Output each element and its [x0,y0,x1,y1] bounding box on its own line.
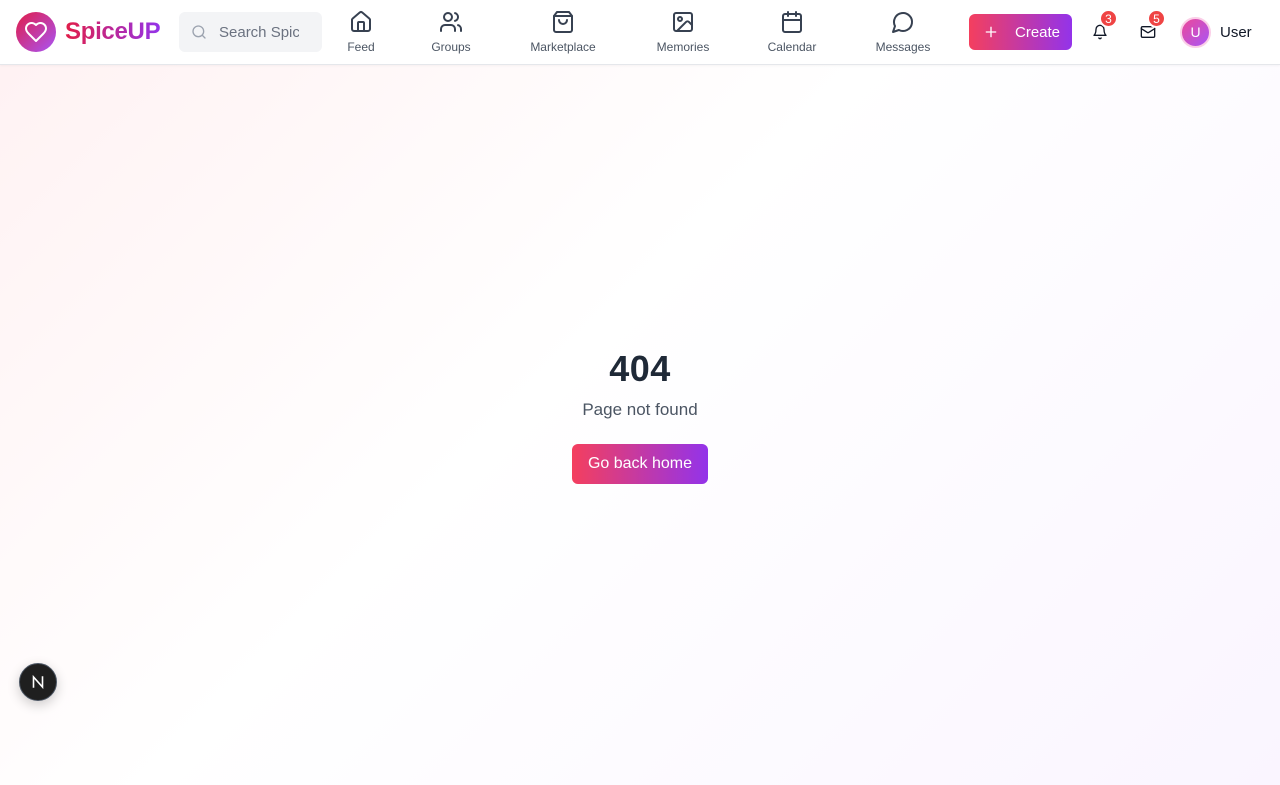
heart-icon [16,12,56,52]
brand-logo[interactable]: SpiceUP [16,12,161,52]
users-icon [440,12,462,32]
notifications-button[interactable]: 3 [1080,9,1120,52]
user-name: User [1220,23,1252,41]
error-message: Page not found [582,400,698,419]
top-navigation-bar: SpiceUP Feed Groups Marketplace Memories… [0,0,1280,65]
n-logo-icon [32,674,44,690]
search-box[interactable] [179,12,322,52]
dev-tools-indicator[interactable] [19,663,57,701]
search-icon [192,25,206,39]
inbox-button[interactable]: 5 [1128,9,1168,52]
nav-item-calendar[interactable]: Calendar [762,8,822,56]
messages-count-badge: 5 [1147,9,1166,28]
shopping-bag-icon [553,11,573,33]
nav-item-feed[interactable]: Feed [341,8,381,56]
brand-name: SpiceUP [65,18,161,45]
nav-label-feed: Feed [347,40,375,54]
nav-label-messages: Messages [875,40,931,54]
nav-item-marketplace[interactable]: Marketplace [522,8,604,56]
not-found-panel: 404 Page not found Go back home [0,340,1280,484]
nav-label-calendar: Calendar [767,40,817,54]
plus-icon [985,26,997,38]
create-button-label: Create [1015,23,1061,41]
nav-item-groups[interactable]: Groups [425,8,477,56]
nav-item-messages[interactable]: Messages [868,8,938,56]
go-back-home-button[interactable]: Go back home [571,444,709,484]
error-code: 404 [609,348,671,389]
notifications-count-badge: 3 [1099,9,1118,28]
home-icon [351,11,371,32]
message-circle-icon [892,12,913,33]
nav-label-memories: Memories [656,40,710,54]
nav-label-groups: Groups [431,40,471,54]
calendar-icon [782,11,802,33]
avatar: U [1180,16,1211,48]
create-button[interactable]: Create [969,14,1072,50]
search-input[interactable] [219,23,299,41]
image-icon [673,12,693,32]
nav-item-memories[interactable]: Memories [648,8,718,56]
nav-label-marketplace: Marketplace [530,40,596,54]
user-menu[interactable]: U User [1180,16,1252,48]
